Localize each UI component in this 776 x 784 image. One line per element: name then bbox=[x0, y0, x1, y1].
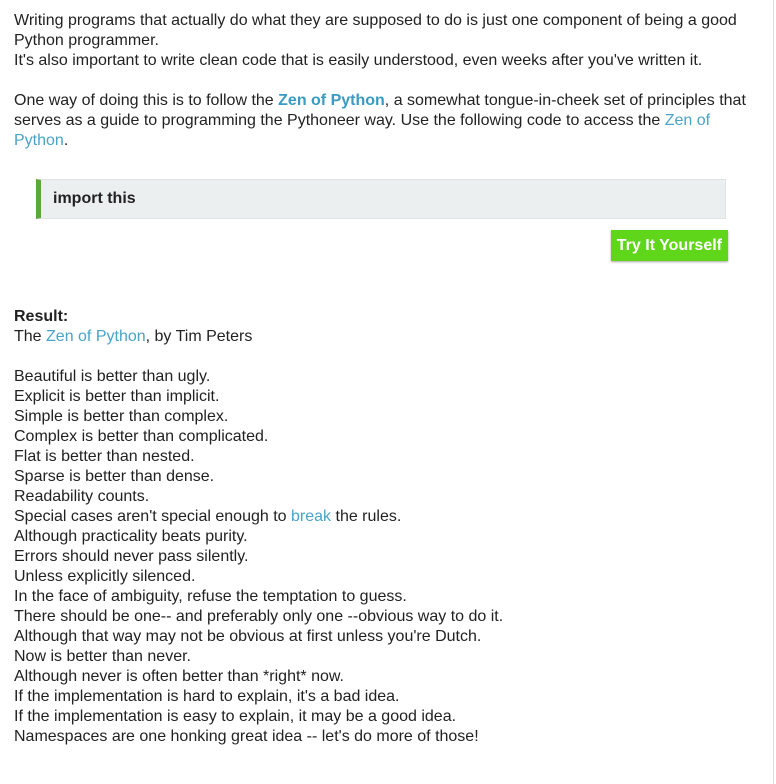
code-text: import this bbox=[53, 190, 136, 207]
zen-line: Simple is better than complex. bbox=[14, 408, 229, 425]
zen-line: Now is better than never. bbox=[14, 648, 191, 665]
zen-line: In the face of ambiguity, refuse the tem… bbox=[14, 588, 407, 605]
article-content: Writing programs that actually do what t… bbox=[14, 11, 754, 747]
zen-line: There should be one-- and preferably onl… bbox=[14, 608, 504, 625]
zen-lines: Beautiful is better than ugly. Explicit … bbox=[14, 367, 754, 747]
zen-line: Although never is often better than *rig… bbox=[14, 668, 344, 685]
code-block: import this bbox=[36, 179, 726, 219]
zen-line: Beautiful is better than ugly. bbox=[14, 368, 211, 385]
result-label: Result: bbox=[14, 308, 69, 325]
special-line-end: the rules. bbox=[331, 508, 402, 525]
intro-line-1: Writing programs that actually do what t… bbox=[14, 12, 737, 49]
break-link[interactable]: break bbox=[291, 508, 331, 525]
zen-line: Readability counts. bbox=[14, 488, 150, 505]
intro-paragraph-2: One way of doing this is to follow the Z… bbox=[14, 91, 754, 151]
zen-line: Sparse is better than dense. bbox=[14, 468, 215, 485]
zen-line: If the implementation is easy to explain… bbox=[14, 708, 457, 725]
zen-line: Namespaces are one honking great idea --… bbox=[14, 728, 479, 745]
button-row: Try It Yourself bbox=[14, 230, 728, 261]
intro-line-2: It's also important to write clean code … bbox=[14, 52, 703, 69]
zen-line: If the implementation is hard to explain… bbox=[14, 688, 400, 705]
try-it-yourself-button[interactable]: Try It Yourself bbox=[610, 230, 728, 261]
zen-line: Although practicality beats purity. bbox=[14, 528, 248, 545]
intro-p2-text-end: . bbox=[63, 132, 69, 149]
zen-line: Explicit is better than implicit. bbox=[14, 388, 220, 405]
page-right-border bbox=[773, 0, 774, 784]
byline-text-end: , by Tim Peters bbox=[145, 328, 253, 345]
intro-paragraph-1: Writing programs that actually do what t… bbox=[14, 11, 754, 71]
zen-line-special-cases: Special cases aren't special enough to b… bbox=[14, 507, 754, 527]
zen-of-python-link[interactable]: Zen of Python bbox=[278, 92, 385, 109]
result-byline: The Zen of Python, by Tim Peters bbox=[14, 327, 754, 347]
byline-text-start: The bbox=[14, 328, 47, 345]
zen-line: Complex is better than complicated. bbox=[14, 428, 269, 445]
result-section: Result: The Zen of Python, by Tim Peters… bbox=[14, 307, 754, 747]
byline-zen-link[interactable]: Zen of Python bbox=[46, 328, 146, 345]
zen-line: Although that way may not be obvious at … bbox=[14, 628, 482, 645]
special-line-start: Special cases aren't special enough to bbox=[14, 508, 292, 525]
zen-line: Errors should never pass silently. bbox=[14, 548, 249, 565]
intro-p2-text-start: One way of doing this is to follow the bbox=[14, 92, 279, 109]
zen-line: Flat is better than nested. bbox=[14, 448, 195, 465]
zen-line: Unless explicitly silenced. bbox=[14, 568, 196, 585]
